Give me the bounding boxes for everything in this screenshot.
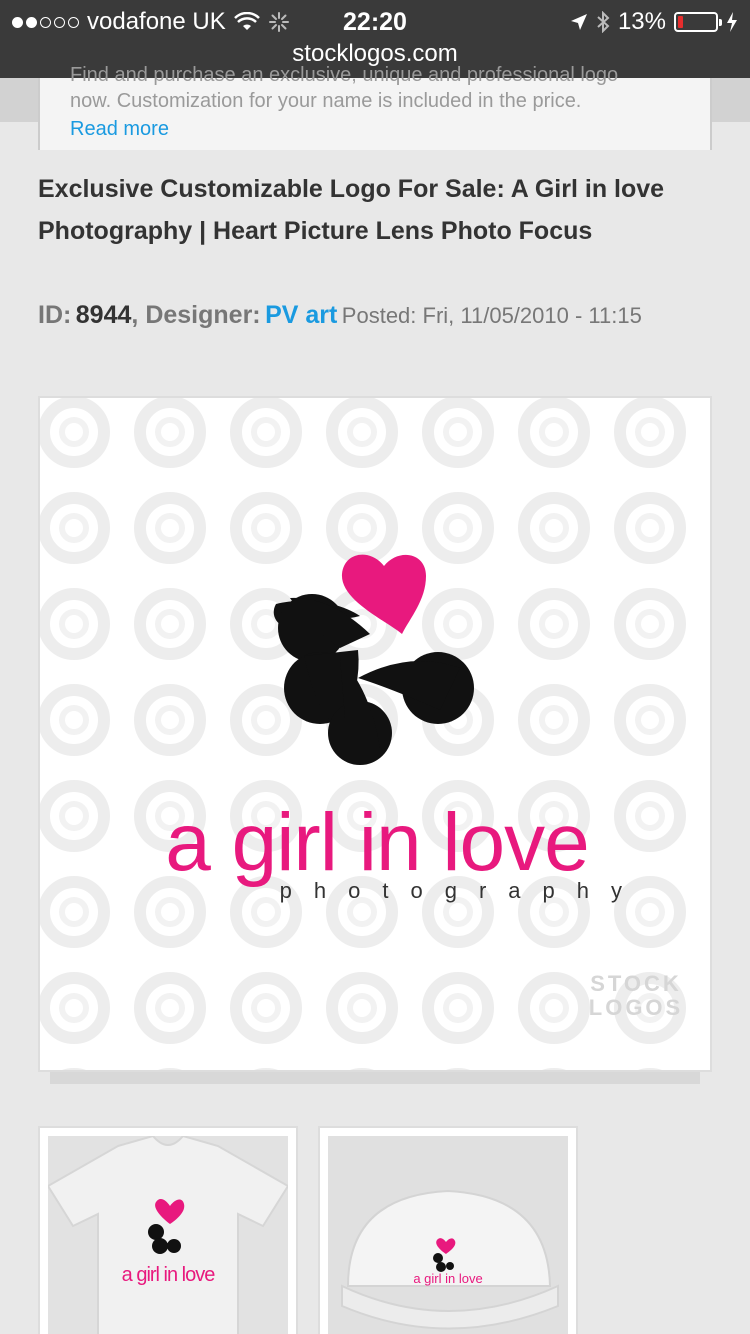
logo-preview-image[interactable]: a girl in love photography STOCK LOGOS bbox=[38, 396, 712, 1072]
location-arrow-icon bbox=[570, 14, 587, 30]
description-text: now. Customization for your name is incl… bbox=[70, 90, 582, 112]
read-more-link[interactable]: Read more bbox=[70, 118, 169, 141]
page-gutter-left bbox=[0, 78, 38, 122]
cap-wordmark: a girl in love bbox=[413, 1271, 483, 1286]
designer-link[interactable]: PV art bbox=[265, 301, 337, 329]
designer-label: Designer: bbox=[145, 301, 261, 329]
tshirt-icon bbox=[46, 1134, 290, 1334]
id-value: 8944 bbox=[75, 301, 132, 329]
battery-percentage: 13% bbox=[617, 8, 666, 35]
thumbnail-cap[interactable]: a girl in love bbox=[318, 1126, 578, 1334]
image-shadow bbox=[50, 1072, 700, 1084]
cap-icon bbox=[341, 1189, 559, 1330]
tshirt-mockup-image: a girl in love bbox=[46, 1134, 290, 1334]
description-card: Find and purchase an exclusive, unique a… bbox=[38, 64, 712, 150]
product-meta: ID: 8944, Designer: PV art Posted: Fri, … bbox=[38, 301, 642, 329]
bluetooth-icon bbox=[597, 11, 610, 33]
battery-icon bbox=[674, 12, 722, 32]
description-text-clipped: Find and purchase an exclusive, unique a… bbox=[70, 64, 619, 86]
posted-date: Posted: Fri, 11/05/2010 - 11:15 bbox=[341, 303, 642, 328]
cap-mockup-image: a girl in love bbox=[328, 1136, 568, 1334]
watermark-text-1: STOCK bbox=[590, 971, 682, 996]
page-gutter-right bbox=[712, 78, 750, 122]
charging-bolt-icon bbox=[727, 12, 737, 32]
id-label: ID: bbox=[38, 301, 72, 329]
logo-tagline: photography bbox=[279, 878, 644, 903]
logo-wordmark: a girl in love bbox=[165, 797, 590, 888]
watermark-logo: STOCK LOGOS bbox=[586, 972, 686, 1020]
tshirt-wordmark: a girl in love bbox=[121, 1264, 216, 1286]
product-title: Exclusive Customizable Logo For Sale: A … bbox=[38, 175, 665, 245]
watermark-text-2: LOGOS bbox=[588, 995, 684, 1020]
thumbnail-tshirt[interactable]: a girl in love bbox=[38, 1126, 298, 1334]
